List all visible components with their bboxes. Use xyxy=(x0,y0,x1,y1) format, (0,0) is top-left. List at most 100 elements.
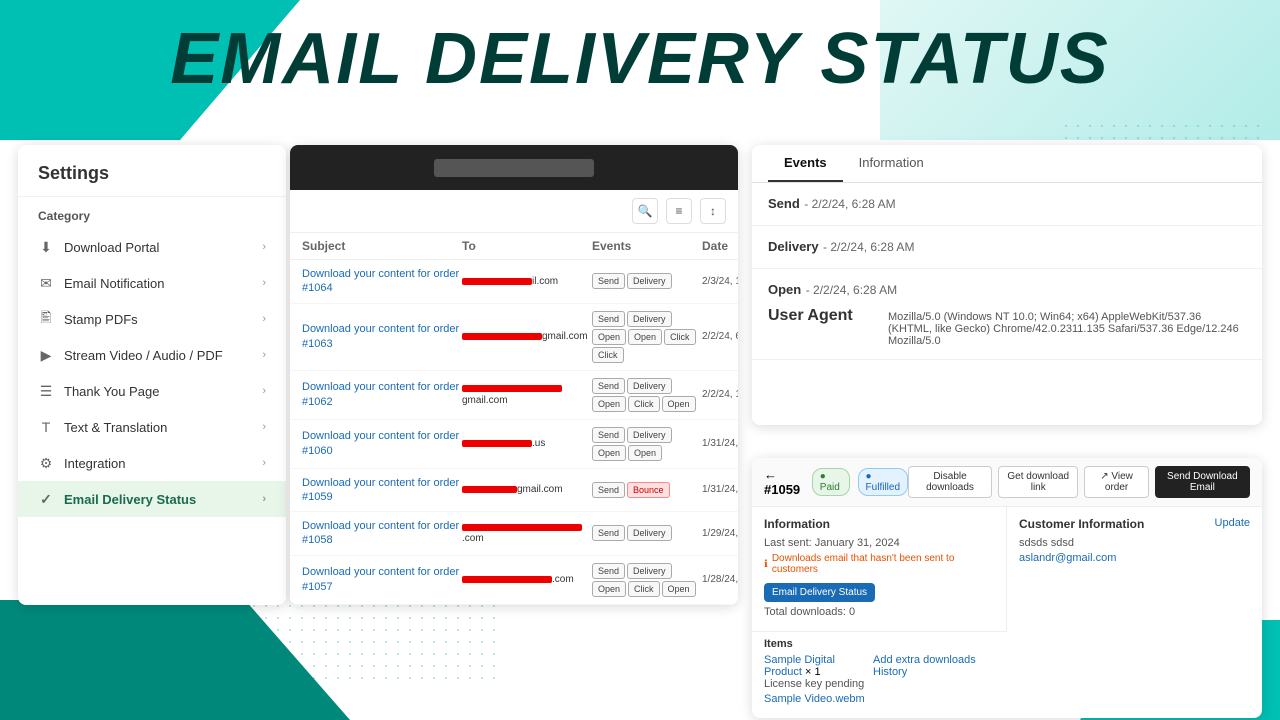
sidebar-item-download-portal[interactable]: ⬇ Download Portal › xyxy=(18,229,286,265)
customer-email[interactable]: aslandr@gmail.com xyxy=(1019,552,1116,564)
event-badges: SendDelivery xyxy=(592,525,702,541)
order-back-button[interactable]: ← #1059 xyxy=(764,467,804,497)
table-row[interactable]: Download your content for order #1057 .c… xyxy=(290,556,738,605)
page-title: EMAIL DELIVERY STATUS xyxy=(0,18,1280,100)
badge-click: Click xyxy=(628,396,660,412)
sample-video-link[interactable]: Sample Video.webm xyxy=(764,693,865,705)
item-product-link[interactable]: Sample Digital Product xyxy=(764,654,835,678)
badge-open: Open xyxy=(628,445,662,461)
email-to: gmail.com xyxy=(462,484,592,495)
email-to: gmail.com xyxy=(462,384,592,406)
chevron-icon-email-notification: › xyxy=(262,277,266,289)
email-date: 1/29/24, 5:48 PM xyxy=(702,528,738,539)
order-information: Information Last sent: January 31, 2024 … xyxy=(752,507,1007,631)
table-row[interactable]: Download your content for order #1060 .u… xyxy=(290,420,738,469)
badge-send: Send xyxy=(592,482,625,498)
alert-text-content: Downloads email that hasn't been sent to… xyxy=(772,553,994,575)
sidebar-item-thank-you-page[interactable]: ☰ Thank You Page › xyxy=(18,373,286,409)
badge-bounce: Bounce xyxy=(627,482,670,498)
alert-message: ℹ Downloads email that hasn't been sent … xyxy=(764,553,994,575)
menu-icon-stream-video: ▶ xyxy=(38,347,54,363)
event-badges: SendBounce xyxy=(592,482,702,498)
menu-icon-stamp-pdfs: 🖺 xyxy=(38,311,54,327)
redacted-email xyxy=(462,385,562,392)
email-date: 1/28/24, 7:43 AM xyxy=(702,574,738,585)
menu-icon-email-delivery-status: ✓ xyxy=(38,491,54,507)
disable-downloads-button[interactable]: Disable downloads xyxy=(908,466,992,498)
menu-label-stream-video: Stream Video / Audio / PDF xyxy=(64,348,223,363)
sort-icon[interactable]: ↕ xyxy=(700,198,726,224)
event-open-title: Open xyxy=(768,282,801,297)
col-subject: Subject xyxy=(302,239,462,253)
order-info-title: Information xyxy=(764,517,994,531)
menu-icon-thank-you-page: ☰ xyxy=(38,383,54,399)
email-subject-link[interactable]: Download your content for order #1064 xyxy=(302,267,462,296)
redacted-email xyxy=(462,576,552,583)
customer-information: Customer Information Update sdsds sdsd a… xyxy=(1007,507,1262,718)
event-send-title: Send xyxy=(768,196,800,211)
email-subject-link[interactable]: Download your content for order #1058 xyxy=(302,519,462,548)
settings-title: Settings xyxy=(18,145,286,197)
chevron-icon-stamp-pdfs: › xyxy=(262,313,266,325)
badge-delivery: Delivery xyxy=(627,311,672,327)
badge-open: Open xyxy=(592,396,626,412)
email-subject-link[interactable]: Download your content for order #1059 xyxy=(302,476,462,505)
order-badge-fulfilled: ● Fulfilled xyxy=(858,468,908,496)
filter-icon[interactable]: ≡ xyxy=(666,198,692,224)
search-icon[interactable]: 🔍 xyxy=(632,198,658,224)
email-panel-header xyxy=(290,145,738,190)
sidebar-item-stamp-pdfs[interactable]: 🖺 Stamp PDFs › xyxy=(18,301,286,337)
email-date: 1/31/24, 3:27 PM xyxy=(702,438,738,449)
get-download-link-button[interactable]: Get download link xyxy=(998,466,1078,498)
table-row[interactable]: Download your content for order #1064 il… xyxy=(290,260,738,304)
table-row[interactable]: Download your content for order #1063 gm… xyxy=(290,304,738,371)
update-link[interactable]: Update xyxy=(1215,517,1250,531)
email-delivery-status-button[interactable]: Email Delivery Status xyxy=(764,583,875,602)
sidebar-item-email-delivery-status[interactable]: ✓ Email Delivery Status › xyxy=(18,481,286,517)
table-row[interactable]: Download your content for order #1058 .c… xyxy=(290,512,738,556)
view-order-button[interactable]: ↗ View order xyxy=(1084,466,1148,498)
email-subject-link[interactable]: Download your content for order #1063 xyxy=(302,322,462,351)
sidebar-item-email-notification[interactable]: ✉ Email Notification › xyxy=(18,265,286,301)
sidebar-item-integration[interactable]: ⚙ Integration › xyxy=(18,445,286,481)
email-subject-link[interactable]: Download your content for order #1057 xyxy=(302,565,462,594)
badge-delivery: Delivery xyxy=(627,427,672,443)
email-date: 2/3/24, 11:45 PM xyxy=(702,276,738,287)
menu-label-integration: Integration xyxy=(64,456,125,471)
tab-events[interactable]: Events xyxy=(768,145,843,182)
event-badges: SendDeliveryOpenOpen xyxy=(592,427,702,461)
email-subject-link[interactable]: Download your content for order #1062 xyxy=(302,380,462,409)
order-header: ← #1059 ● Paid ● Fulfilled Disable downl… xyxy=(752,458,1262,507)
event-open: Open - 2/2/24, 6:28 AM User Agent Mozill… xyxy=(752,269,1262,360)
redacted-email xyxy=(462,440,532,447)
menu-label-text-translation: Text & Translation xyxy=(64,420,167,435)
event-send-date: - 2/2/24, 6:28 AM xyxy=(804,197,895,211)
badge-send: Send xyxy=(592,311,625,327)
add-extra-downloads-link[interactable]: Add extra downloads xyxy=(873,654,976,666)
menu-icon-email-notification: ✉ xyxy=(38,275,54,291)
table-row[interactable]: Download your content for order #1062 gm… xyxy=(290,371,738,420)
badge-open: Open xyxy=(662,396,696,412)
event-open-date: - 2/2/24, 6:28 AM xyxy=(806,283,897,297)
sidebar-item-text-translation[interactable]: T Text & Translation › xyxy=(18,409,286,445)
order-header-right: Disable downloads Get download link ↗ Vi… xyxy=(908,466,1250,498)
sidebar-item-stream-video[interactable]: ▶ Stream Video / Audio / PDF › xyxy=(18,337,286,373)
history-link[interactable]: History xyxy=(873,666,907,678)
badge-delivery: Delivery xyxy=(627,273,672,289)
total-downloads: Total downloads: 0 xyxy=(764,606,994,618)
email-subject-link[interactable]: Download your content for order #1060 xyxy=(302,429,462,458)
badge-send: Send xyxy=(592,525,625,541)
tab-information[interactable]: Information xyxy=(843,145,940,182)
items-section: Items Sample Digital Product × 1 Add ext… xyxy=(752,631,1007,711)
search-bar-placeholder[interactable] xyxy=(434,159,594,177)
category-label: Category xyxy=(18,197,286,229)
email-date: 2/2/24, 6:28 AM xyxy=(702,331,738,342)
badge-delivery: Delivery xyxy=(627,525,672,541)
badge-click: Click xyxy=(592,347,624,363)
badge-delivery: Delivery xyxy=(627,563,672,579)
order-badge-paid: ● Paid xyxy=(812,468,850,496)
order-panel: ← #1059 ● Paid ● Fulfilled Disable downl… xyxy=(752,458,1262,718)
redacted-email xyxy=(462,333,542,340)
table-row[interactable]: Download your content for order #1059 gm… xyxy=(290,469,738,513)
send-download-email-button[interactable]: Send Download Email xyxy=(1155,466,1250,498)
